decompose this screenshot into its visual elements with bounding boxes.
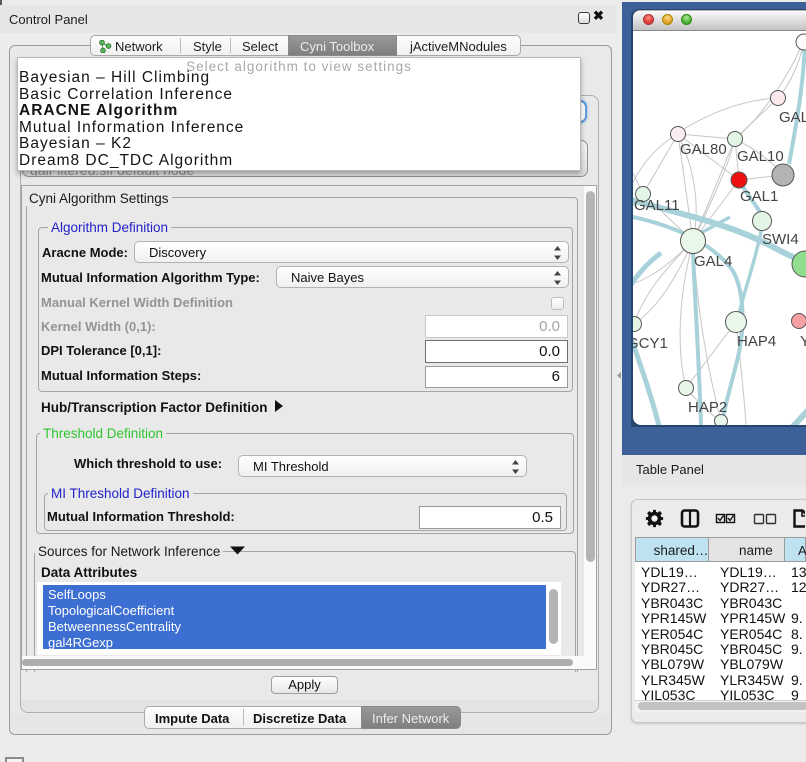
svg-text:GAL7: GAL7 <box>779 109 806 126</box>
svg-text:GAL10: GAL10 <box>737 148 784 165</box>
svg-text:HAP4: HAP4 <box>737 333 776 350</box>
svg-text:GAL80: GAL80 <box>680 141 727 158</box>
svg-text:GCY1: GCY1 <box>633 335 668 352</box>
svg-text:GAL1: GAL1 <box>740 188 778 205</box>
svg-text:HAP2: HAP2 <box>688 399 727 416</box>
svg-text:SWI4: SWI4 <box>762 231 799 248</box>
svg-text:YD: YD <box>800 333 806 350</box>
svg-text:GAL4: GAL4 <box>694 253 732 270</box>
svg-text:GAL11: GAL11 <box>634 197 680 214</box>
